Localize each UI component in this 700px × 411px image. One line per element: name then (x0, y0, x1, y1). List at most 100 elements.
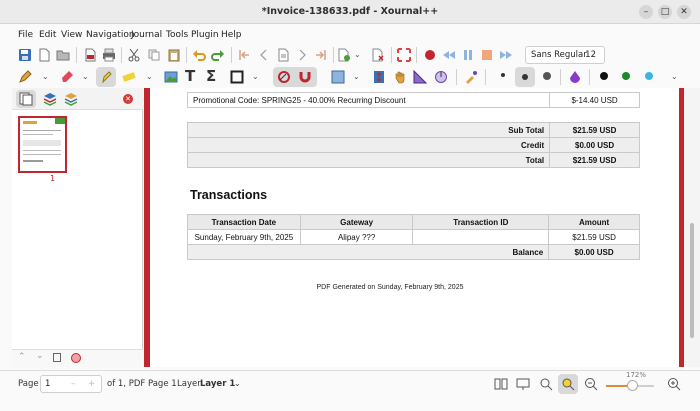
layer-selector[interactable]: Layer 1 (200, 379, 235, 389)
export-pdf-icon[interactable] (83, 48, 97, 62)
move-page-down-icon[interactable]: ⌄ (36, 351, 44, 361)
save-icon[interactable] (18, 48, 32, 62)
chevron-down-icon[interactable]: ⌄ (252, 72, 259, 81)
page-increment-icon[interactable]: + (88, 376, 95, 392)
open-folder-icon[interactable] (56, 48, 70, 62)
layers-icon[interactable] (43, 92, 57, 106)
tab-page-preview[interactable] (16, 90, 36, 108)
previous-page-icon[interactable] (257, 48, 271, 62)
menu-navigation[interactable]: Navigation (86, 30, 135, 40)
paste-icon[interactable] (167, 48, 181, 62)
color-picker-icon[interactable] (464, 70, 478, 84)
fullscreen-icon[interactable] (397, 48, 411, 62)
document-canvas[interactable]: Promotional Code: SPRING25 - 40.00% Recu… (144, 88, 684, 367)
print-icon[interactable] (102, 48, 116, 62)
medium-line-button[interactable] (515, 67, 535, 87)
chevron-down-icon[interactable]: ⌄ (354, 50, 361, 59)
eraser-icon[interactable] (60, 70, 74, 84)
zoom-in-icon[interactable] (667, 377, 681, 391)
menu-tools[interactable]: Tools (166, 30, 188, 40)
zoom-fit-icon[interactable] (539, 377, 553, 391)
col-gateway: Gateway (299, 214, 414, 230)
chevron-down-icon[interactable]: ⌄ (353, 72, 360, 81)
color-green-icon[interactable] (622, 72, 630, 80)
shape-recognizer-group (273, 67, 317, 87)
layers-stack-icon[interactable] (64, 92, 78, 106)
pause-icon[interactable] (461, 48, 475, 62)
fill-icon[interactable] (568, 70, 582, 84)
hand-icon[interactable] (393, 70, 407, 84)
page-number-input[interactable]: 1 – + (40, 375, 102, 393)
menu-help[interactable]: Help (221, 30, 242, 40)
font-selector[interactable]: Sans Regular 12 (525, 46, 605, 64)
chevron-down-icon[interactable]: ⌄ (234, 379, 241, 388)
chevron-down-icon[interactable]: ⌄ (82, 72, 89, 81)
delete-page-sidebar-icon[interactable] (71, 353, 81, 363)
rewind-icon[interactable] (442, 48, 456, 62)
zoom-slider-handle[interactable] (626, 380, 638, 391)
zoom-out-icon[interactable] (584, 377, 598, 391)
redo-icon[interactable] (211, 48, 225, 62)
last-page-icon[interactable] (314, 48, 328, 62)
highlighter-button[interactable] (96, 67, 116, 87)
compass-icon[interactable] (434, 70, 448, 84)
vertical-scrollbar[interactable] (684, 88, 700, 367)
page-decrement-icon[interactable]: – (71, 376, 75, 392)
copy-icon[interactable] (147, 48, 161, 62)
stop-icon[interactable] (480, 48, 494, 62)
presentation-icon[interactable] (516, 377, 530, 391)
rectangle-shape-icon[interactable] (230, 70, 244, 84)
scrollbar-thumb[interactable] (690, 223, 694, 338)
zoom-100-button[interactable] (558, 374, 578, 394)
menu-view[interactable]: View (61, 30, 82, 40)
ruler-snap-icon[interactable] (277, 70, 291, 84)
sidebar-tabs: ✕ (12, 88, 143, 110)
page-thumbnail[interactable] (18, 116, 67, 173)
thin-line-icon[interactable] (501, 73, 505, 77)
delete-page-icon[interactable] (371, 48, 385, 62)
chevron-down-icon[interactable]: ⌄ (42, 72, 49, 81)
menu-plugin[interactable]: Plugin (191, 30, 219, 40)
vertical-space-icon[interactable] (372, 70, 386, 84)
first-page-icon[interactable] (237, 48, 251, 62)
insert-page-icon[interactable] (337, 48, 351, 62)
menu-edit[interactable]: Edit (39, 30, 56, 40)
color-black-icon[interactable] (600, 72, 608, 80)
minimize-icon[interactable]: – (639, 5, 653, 19)
copy-page-icon[interactable] (53, 353, 61, 362)
setsquare-icon[interactable] (413, 70, 427, 84)
undo-icon[interactable] (192, 48, 206, 62)
thick-line-icon[interactable] (543, 72, 551, 80)
promo-amount: $-14.40 USD (549, 92, 640, 108)
table-row: Balance $0.00 USD (186, 244, 640, 260)
chevron-down-icon[interactable]: ⌄ (671, 72, 678, 81)
text-tool-icon[interactable]: T (185, 67, 195, 85)
close-window-icon[interactable]: ✕ (677, 5, 691, 19)
color-cyan-icon[interactable] (645, 72, 653, 80)
cut-icon[interactable] (127, 48, 141, 62)
total-label: Total (186, 152, 551, 168)
zoom-level: 172% (626, 371, 647, 379)
menu-file[interactable]: File (18, 30, 33, 40)
new-document-icon[interactable] (37, 48, 51, 62)
math-tex-icon[interactable]: Σ (206, 67, 216, 85)
menu-journal[interactable]: Journal (131, 30, 162, 40)
image-icon[interactable] (164, 70, 178, 84)
chevron-down-icon[interactable]: ⌄ (146, 72, 153, 81)
next-page-icon[interactable] (295, 48, 309, 62)
magnet-icon[interactable] (298, 70, 312, 84)
goto-page-icon[interactable] (276, 48, 290, 62)
move-page-up-icon[interactable]: ⌃ (18, 352, 26, 362)
select-rect-icon[interactable] (331, 70, 345, 84)
pen-icon[interactable] (18, 70, 32, 84)
two-page-layout-icon[interactable] (494, 377, 508, 391)
text-icon[interactable] (122, 70, 136, 84)
menu-bar: File Edit View Navigation Journal Tools … (0, 28, 700, 44)
page-label: Page (18, 379, 39, 389)
record-icon[interactable] (423, 48, 437, 62)
maximize-icon[interactable]: □ (658, 5, 672, 19)
generated-note: PDF Generated on Sunday, February 9th, 2… (316, 284, 464, 291)
fast-forward-icon[interactable] (499, 48, 513, 62)
close-sidebar-icon[interactable]: ✕ (123, 94, 133, 104)
table-row: Total $21.59 USD (186, 152, 640, 168)
